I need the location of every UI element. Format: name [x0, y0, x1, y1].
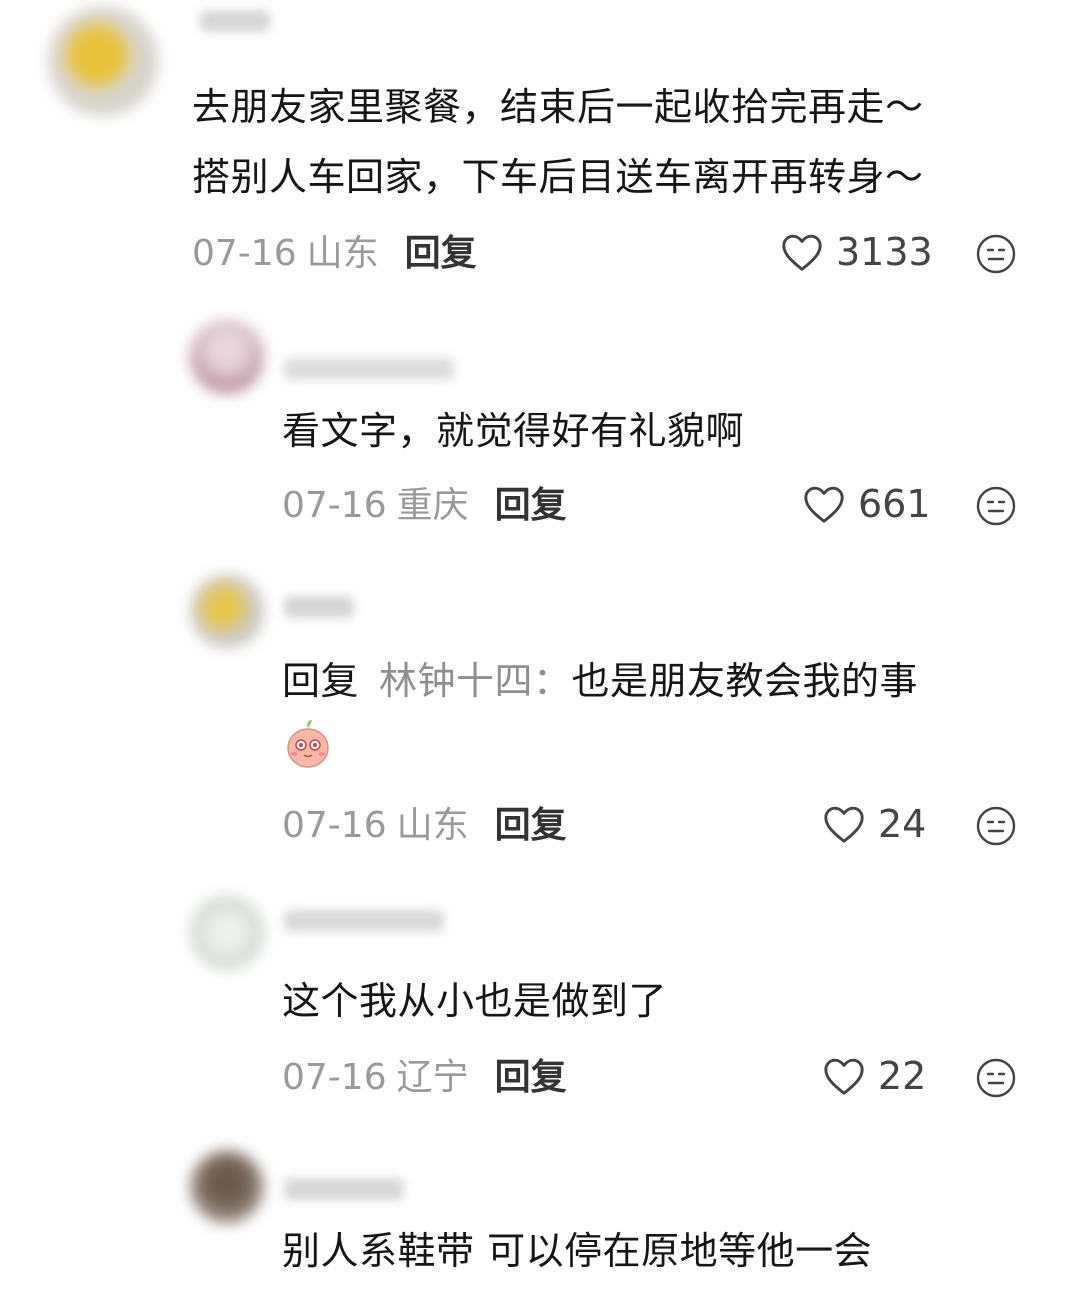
comment-5: 别人系鞋带 可以停在原地等他一会	[0, 1140, 1080, 1296]
avatar[interactable]	[48, 6, 158, 116]
meh-face-icon[interactable]	[976, 234, 1016, 274]
avatar[interactable]	[190, 896, 264, 970]
like-count: 24	[878, 802, 927, 846]
avatar[interactable]	[190, 320, 264, 394]
comment-date: 07-16	[192, 233, 297, 274]
like-button[interactable]: 661	[802, 482, 931, 526]
comment-meta: 07-16 山东 回复	[192, 232, 477, 276]
comment-text-line-2: 搭别人车回家，下车后目送车离开再转身～	[192, 155, 924, 199]
comment-meta: 07-16 辽宁 回复	[282, 1056, 567, 1100]
meh-face-icon[interactable]	[976, 1058, 1016, 1098]
comment-date: 07-16	[282, 1057, 387, 1098]
comment-3: 回复 林钟十四：也是朋友教会我的事 07-16 山东 回复 24	[0, 560, 1080, 880]
reply-button[interactable]: 回复	[495, 805, 567, 846]
comment-text-line-1: 去朋友家里聚餐，结束后一起收拾完再走～	[192, 85, 924, 129]
like-button[interactable]: 3133	[780, 230, 933, 274]
heart-outline-icon	[824, 806, 864, 843]
avatar[interactable]	[190, 1150, 264, 1224]
reply-button[interactable]: 回复	[495, 1057, 567, 1098]
reply-prefix: 回复	[282, 659, 360, 703]
reply-body: 也是朋友教会我的事	[571, 659, 919, 703]
like-button[interactable]: 22	[822, 1054, 926, 1098]
comment-4: 这个我从小也是做到了 07-16 辽宁 回复 22	[0, 880, 1080, 1130]
comment-region: 辽宁	[396, 1057, 469, 1098]
username-blurred[interactable]	[284, 358, 454, 380]
username-blurred[interactable]	[284, 1178, 404, 1200]
comment-date: 07-16	[282, 805, 387, 846]
comment-1: 去朋友家里聚餐，结束后一起收拾完再走～ 搭别人车回家，下车后目送车离开再转身～ …	[0, 0, 1080, 300]
comment-text: 别人系鞋带 可以停在原地等他一会	[282, 1229, 873, 1273]
reply-button[interactable]: 回复	[405, 233, 477, 274]
comment-region: 山东	[306, 233, 379, 274]
comment-text: 这个我从小也是做到了	[282, 979, 668, 1023]
comment-date: 07-16	[282, 485, 387, 526]
heart-outline-icon	[824, 1058, 864, 1095]
like-count: 22	[878, 1054, 927, 1098]
meh-face-icon[interactable]	[976, 486, 1016, 526]
like-button[interactable]: 24	[822, 802, 926, 846]
username-blurred[interactable]	[200, 10, 270, 32]
comment-region: 山东	[396, 805, 469, 846]
comment-meta: 07-16 重庆 回复	[282, 484, 567, 528]
reply-target-user[interactable]: 林钟十四：	[379, 659, 572, 703]
username-blurred[interactable]	[284, 910, 444, 932]
heart-outline-icon	[782, 234, 822, 271]
reply-text: 回复 林钟十四：也是朋友教会我的事	[282, 646, 918, 716]
like-count: 661	[858, 482, 931, 526]
comment-region: 重庆	[396, 485, 469, 526]
reply-button[interactable]: 回复	[495, 485, 567, 526]
like-count: 3133	[836, 230, 933, 274]
comment-2: 看文字，就觉得好有礼貌啊 07-16 重庆 回复 661	[0, 300, 1080, 550]
heart-outline-icon	[804, 486, 844, 523]
avatar[interactable]	[190, 574, 264, 648]
username-blurred[interactable]	[284, 596, 354, 618]
comment-meta: 07-16 山东 回复	[282, 804, 567, 848]
peach-blush-emoji	[287, 720, 329, 768]
comment-text: 看文字，就觉得好有礼貌啊	[282, 409, 745, 453]
meh-face-icon[interactable]	[976, 806, 1016, 846]
